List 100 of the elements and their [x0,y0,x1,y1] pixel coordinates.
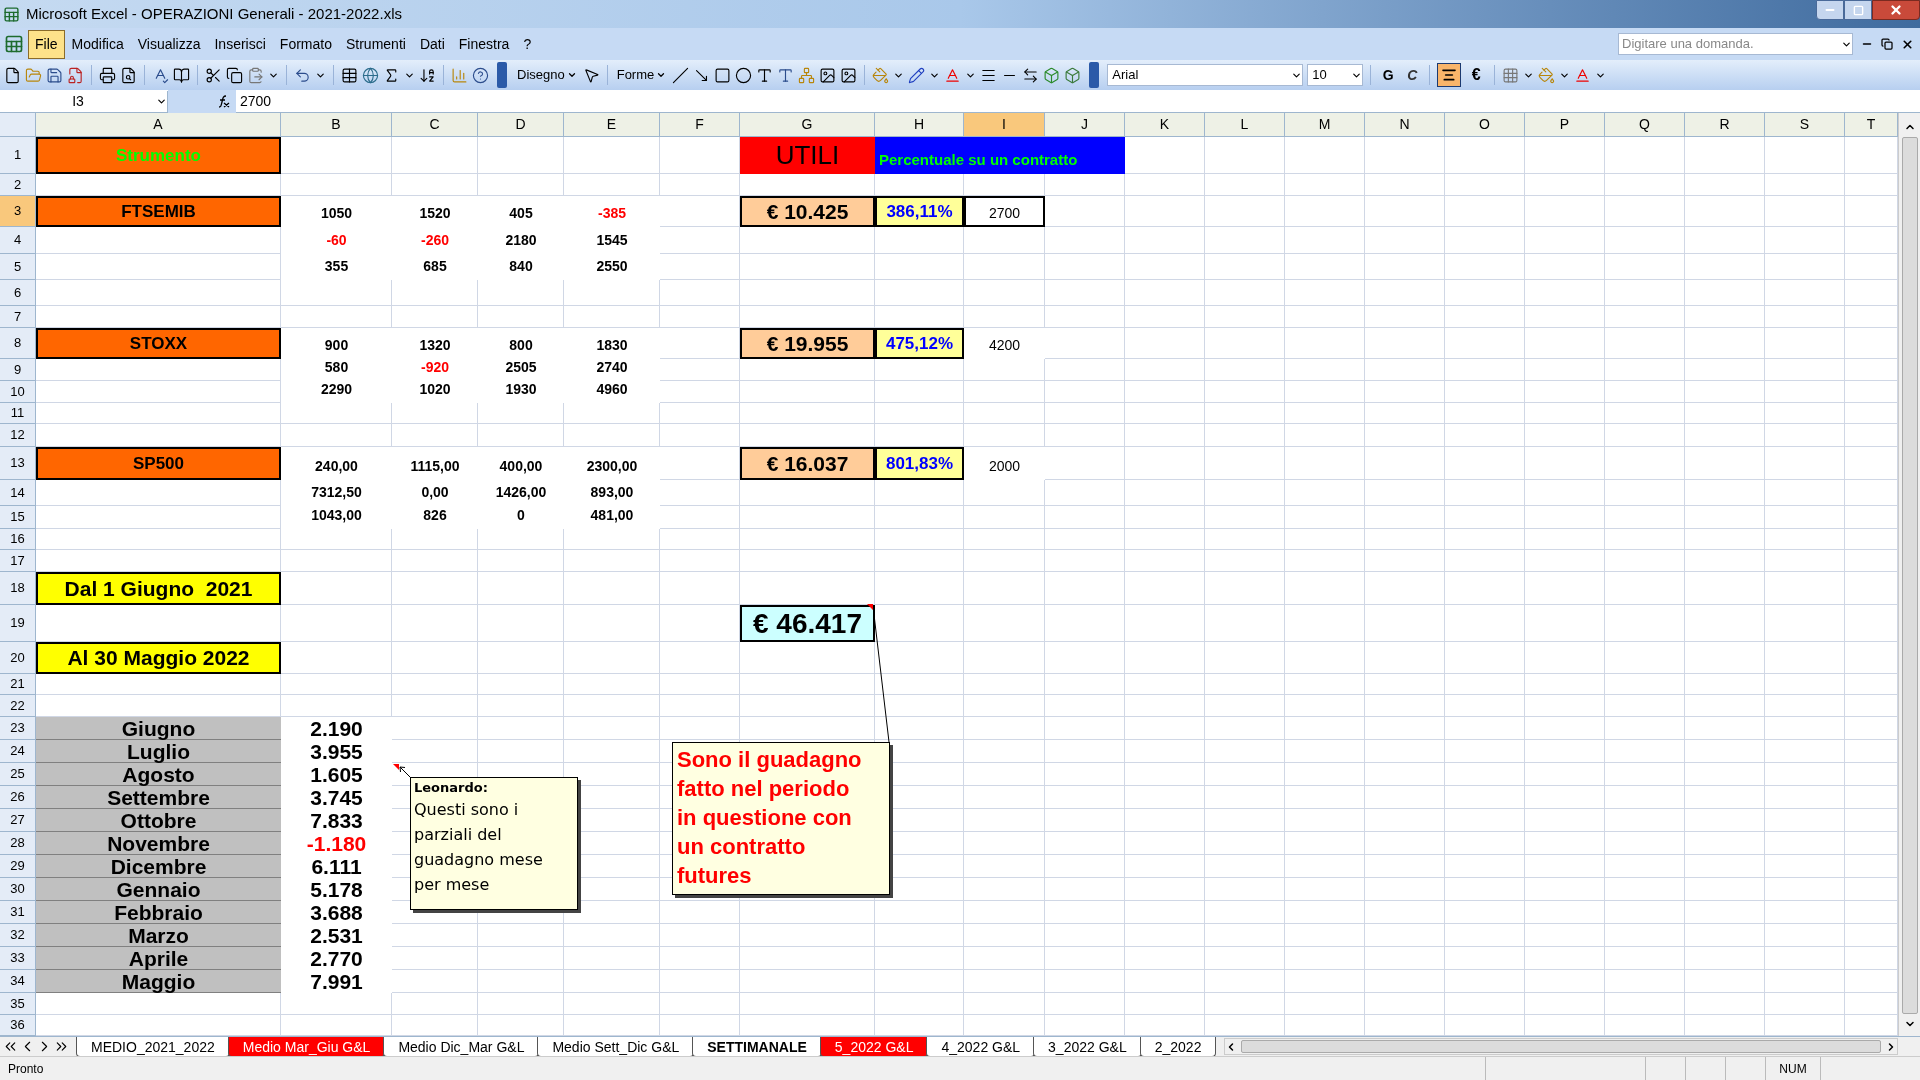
column-header[interactable]: K [1125,113,1205,137]
column-header[interactable]: R [1685,113,1765,137]
menu-item[interactable]: Dati [412,29,452,59]
column-header[interactable]: F [660,113,740,137]
spreadsheet-cell: Dal 1 Giugno 2021 [36,572,281,605]
row-header[interactable]: 36 [0,1015,36,1036]
spreadsheet-cell-text: 2.531 [309,924,364,947]
shapes-menu[interactable]: Forme [614,65,669,85]
row-header[interactable]: 31 [0,901,36,924]
row-header[interactable]: 10 [0,381,36,403]
sheet-tab[interactable]: Medio Sett_Dic G&L [537,1036,695,1057]
column-header[interactable]: I [964,113,1045,137]
menu-item[interactable]: Strumenti [338,29,413,59]
menu-item[interactable]: Visualizza [130,29,208,59]
spreadsheet-cell-text: 3.745 [309,786,364,809]
column-header[interactable]: A [36,113,281,137]
row-header[interactable]: 5 [0,254,36,280]
row-header[interactable]: 4 [0,227,36,254]
sheet-tab[interactable]: 2_2022 [1139,1036,1217,1057]
row-header[interactable]: 6 [0,280,36,306]
formula-field[interactable]: 2700 [236,89,1920,113]
row-header[interactable]: 25 [0,763,36,786]
sheet-tab[interactable]: Medio Dic_Mar G&L [383,1036,540,1057]
italic-button[interactable]: C [1402,64,1423,86]
spreadsheet-cell-text: 3.955 [309,740,364,763]
sheet-tab[interactable]: 5_2022 G&L [819,1036,929,1057]
row-header[interactable]: 29 [0,855,36,878]
spreadsheet-cell-text: 4200 [987,336,1022,355]
spreadsheet-cell-text: -1.180 [305,832,368,855]
column-header[interactable]: O [1445,113,1525,137]
sheet-tab[interactable]: MEDIO_2021_2022 [76,1036,230,1057]
row-header[interactable]: 16 [0,529,36,550]
row-header[interactable]: 12 [0,424,36,447]
comment-author: Leonardo: [414,779,489,797]
drawing-menu[interactable]: Disegno [515,65,579,85]
column-header[interactable]: T [1845,113,1898,137]
row-header[interactable]: 14 [0,480,36,506]
spreadsheet-cell-text: 800 [508,336,534,355]
row-header[interactable]: 11 [0,403,36,424]
row-header[interactable]: 34 [0,970,36,993]
spreadsheet-cell-text: 0,00 [420,483,450,502]
column-header[interactable]: D [478,113,564,137]
column-header[interactable]: L [1205,113,1285,137]
row-header[interactable]: 1 [0,137,36,174]
row-header[interactable]: 26 [0,786,36,809]
sheet-tab[interactable]: 3_2022 G&L [1033,1036,1142,1057]
font-size-field[interactable]: 10 [1307,64,1364,86]
row-header[interactable]: 32 [0,924,36,947]
column-header[interactable]: M [1285,113,1365,137]
row-header[interactable]: 27 [0,809,36,832]
spreadsheet-cell-text: -385 [597,204,627,223]
row-header[interactable]: 28 [0,832,36,855]
row-header[interactable]: 7 [0,306,36,328]
row-header[interactable]: 35 [0,993,36,1015]
row-header[interactable]: 33 [0,947,36,970]
column-header[interactable]: E [564,113,660,137]
column-header[interactable]: B [281,113,392,137]
num-lock-indicator: NUM [1765,1057,1820,1080]
bold-button[interactable]: G [1378,64,1399,86]
column-header[interactable]: C [392,113,478,137]
menu-item[interactable]: Inserisci [207,29,273,59]
row-header[interactable]: 21 [0,674,36,695]
spreadsheet-cell: STOXX [36,328,281,359]
row-header[interactable]: 19 [0,605,36,642]
column-header[interactable]: S [1765,113,1845,137]
spreadsheet-cell: SP500 [36,447,281,480]
row-header[interactable]: 24 [0,740,36,763]
callout-text: Sono il guadagno fatto nel periodo in questione con un contratto futures [677,746,863,890]
row-header[interactable]: 8 [0,328,36,359]
row-header[interactable]: 15 [0,506,36,529]
column-header[interactable]: N [1365,113,1445,137]
row-header[interactable]: 20 [0,642,36,674]
row-header[interactable]: 3 [0,196,36,227]
menu-item[interactable]: Formato [272,29,339,59]
column-header[interactable]: J [1045,113,1125,137]
menu-item[interactable]: Modifica [64,29,131,59]
column-header[interactable]: G [740,113,875,137]
row-header[interactable]: 17 [0,550,36,572]
column-header[interactable]: H [875,113,964,137]
menu-item[interactable]: Finestra [451,29,517,59]
row-header[interactable]: 13 [0,447,36,480]
sheet-tab[interactable]: SETTIMANALE [692,1036,822,1057]
row-header[interactable]: 22 [0,695,36,717]
spreadsheet-cell-text: -920 [420,359,450,377]
spreadsheet-cell-text: 240,00 [314,457,359,476]
column-header[interactable]: Q [1605,113,1685,137]
row-header[interactable]: 23 [0,717,36,740]
sheet-tab[interactable]: 4_2022 G&L [926,1036,1036,1057]
sheet-tab[interactable]: Medio Mar_Giu G&L [227,1036,386,1057]
row-header[interactable]: 30 [0,878,36,901]
row-header[interactable]: 18 [0,572,36,605]
row-header[interactable]: 9 [0,359,36,381]
menu-item[interactable]: File [28,29,65,59]
spreadsheet-cell-text: 7312,50 [310,483,363,502]
font-name-field[interactable]: Arial [1107,64,1304,86]
row-header[interactable]: 2 [0,174,36,196]
column-header[interactable]: P [1525,113,1605,137]
euro-button[interactable]: € [1465,63,1488,87]
menu-item[interactable]: ? [516,29,539,59]
spreadsheet-cell-text: 1520 [418,204,452,223]
